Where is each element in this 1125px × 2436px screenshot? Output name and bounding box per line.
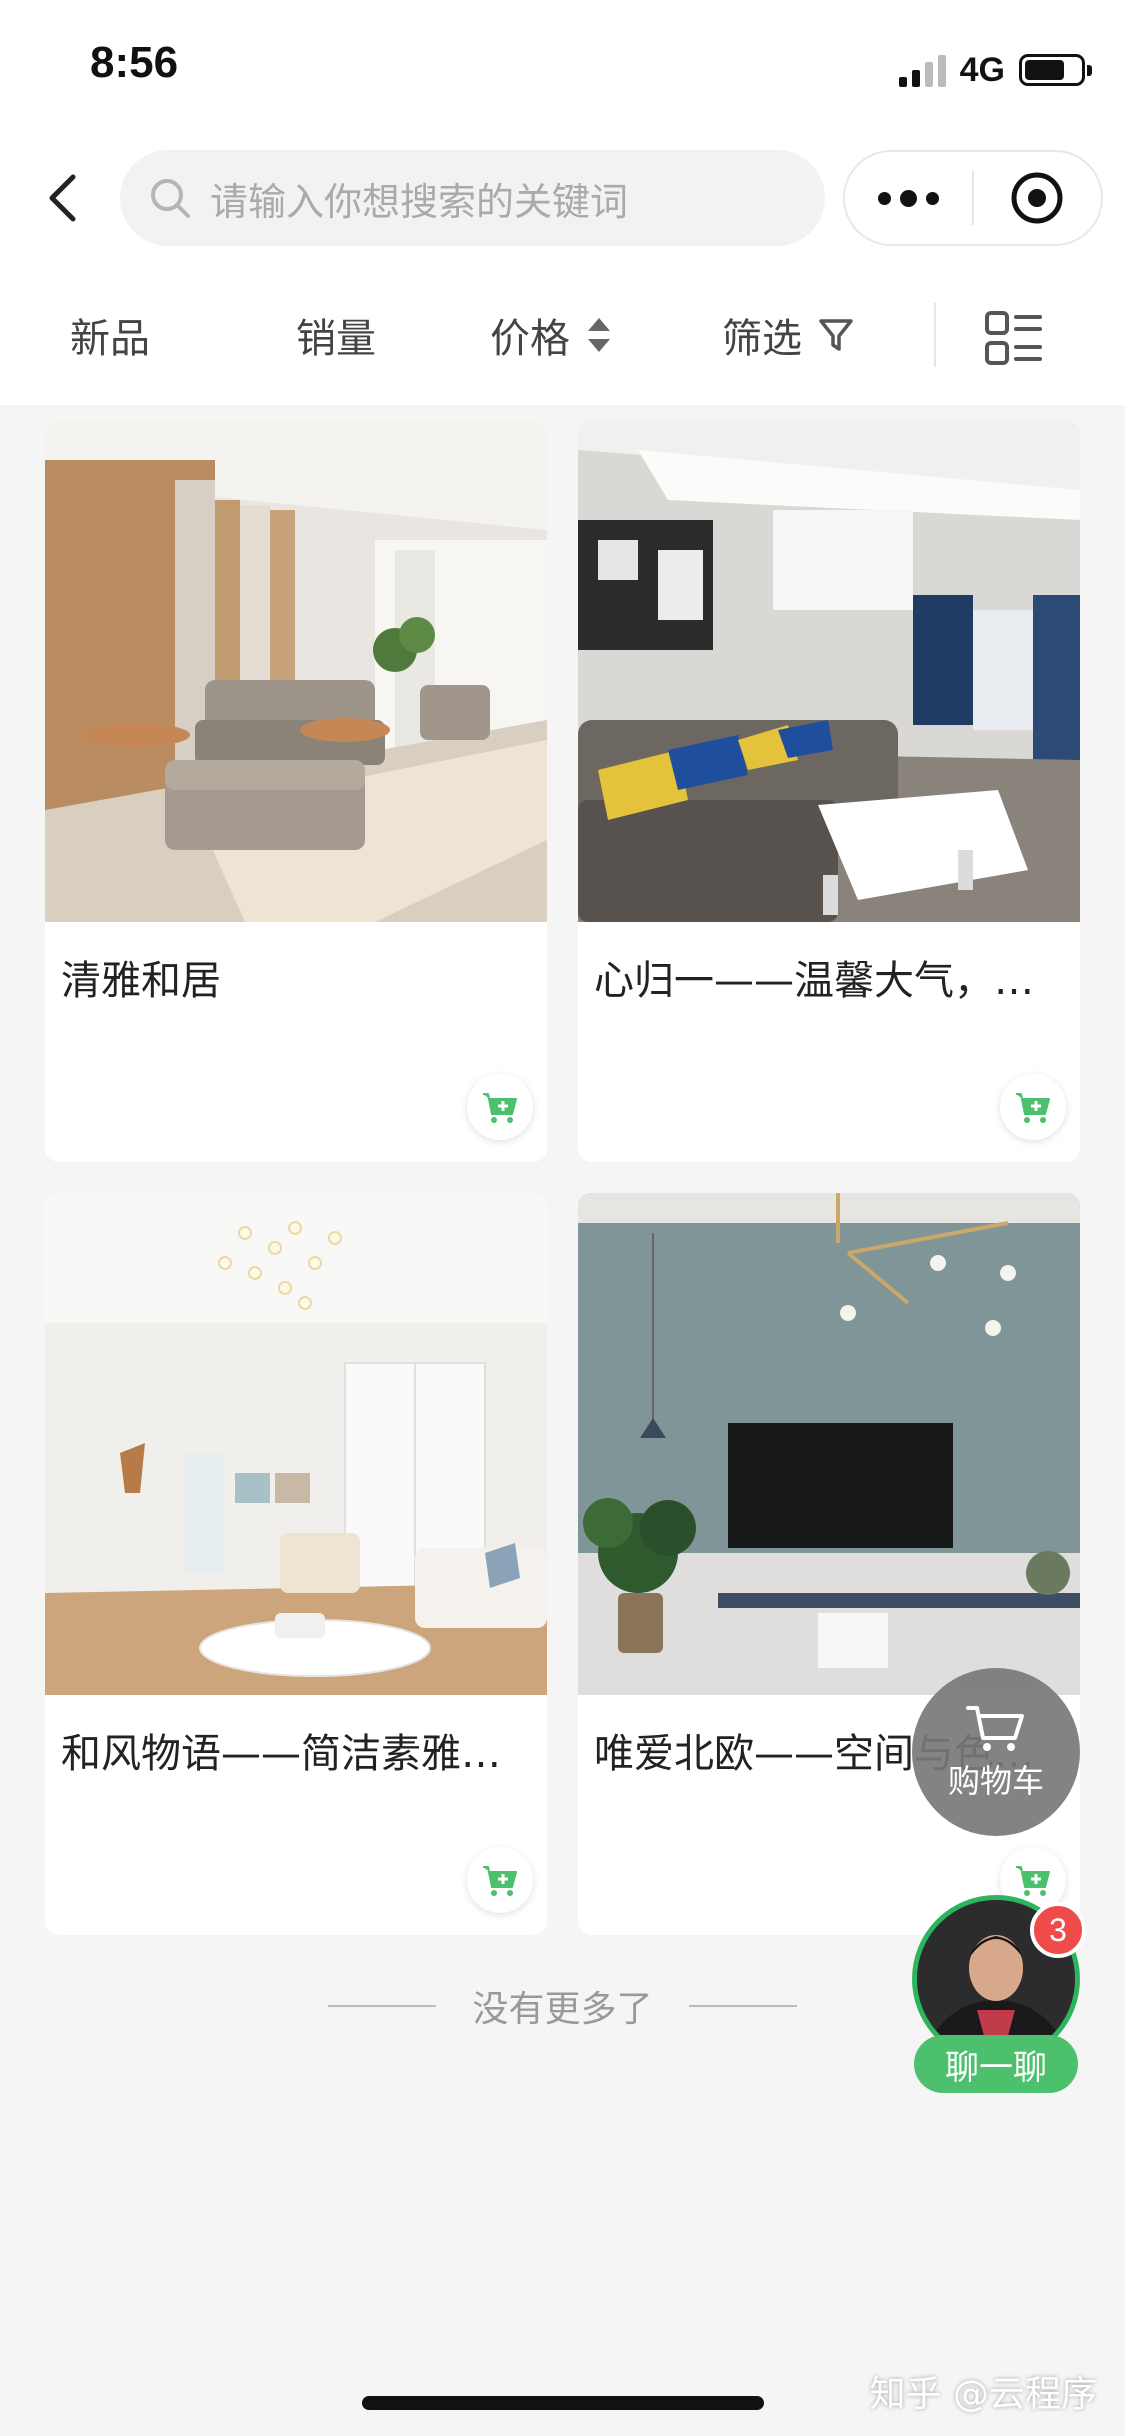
status-time: 8:56 [90, 38, 179, 87]
product-image-living-room [578, 1193, 1080, 1695]
filter-label: 筛选 [722, 316, 802, 362]
sort-new-label: 新品 [70, 316, 150, 362]
cart-plus-icon [1016, 1866, 1050, 1896]
more-button[interactable] [845, 189, 972, 207]
sort-sales-button[interactable]: 销量 [296, 285, 376, 385]
chat-label[interactable]: 聊一聊 [914, 2035, 1078, 2093]
sort-price-label: 价格 [490, 316, 570, 362]
watermark: 知乎 @云程序 [869, 2374, 1097, 2415]
shopping-cart-icon [966, 1706, 1024, 1751]
search-icon [151, 179, 190, 218]
product-image-living-room [45, 420, 547, 922]
filter-button[interactable]: 筛选 [722, 285, 854, 385]
add-to-cart-button[interactable] [467, 1074, 533, 1140]
product-card[interactable]: 心归一——温馨大气，尽… [578, 420, 1080, 1162]
product-image-living-room [45, 1193, 547, 1695]
product-card[interactable]: 和风物语——简洁素雅，… [45, 1193, 547, 1935]
sort-new-button[interactable]: 新品 [70, 285, 150, 385]
search-placeholder: 请输入你想搜索的关键词 [210, 179, 629, 224]
floating-cart-button[interactable]: 购物车 [912, 1668, 1080, 1836]
mini-program-capsule [843, 150, 1103, 246]
product-title: 清雅和居 [61, 958, 221, 1004]
search-input[interactable]: 请输入你想搜索的关键词 [120, 150, 825, 246]
signal-icon [898, 53, 946, 87]
list-layout-icon [985, 311, 1042, 365]
target-icon [1011, 172, 1063, 224]
status-indicators: 4G [898, 48, 1092, 92]
sort-divider [934, 303, 936, 367]
divider-line [688, 2005, 797, 2007]
chat-widget[interactable]: 3 聊一聊 [912, 1895, 1086, 2095]
close-mini-program-button[interactable] [974, 170, 1101, 226]
sort-sales-label: 销量 [296, 316, 376, 362]
cart-plus-icon [1016, 1093, 1050, 1123]
battery-icon [1019, 54, 1092, 86]
floating-cart-label: 购物车 [947, 1762, 1044, 1800]
product-title: 和风物语——简洁素雅，… [61, 1731, 531, 1777]
layout-toggle-button[interactable] [980, 305, 1046, 371]
home-indicator [362, 2396, 764, 2410]
product-title: 心归一——温馨大气，尽… [594, 958, 1064, 1004]
back-button[interactable] [38, 165, 86, 231]
cart-plus-icon [483, 1866, 517, 1896]
sort-arrows-icon [588, 318, 610, 352]
unread-badge: 3 [1030, 1902, 1086, 1958]
sort-bar: 新品 销量 价格 筛选 [0, 285, 1125, 385]
add-to-cart-button[interactable] [467, 1847, 533, 1913]
filter-funnel-icon [819, 319, 853, 351]
product-card[interactable]: 清雅和居 [45, 420, 547, 1162]
add-to-cart-button[interactable] [1000, 1074, 1066, 1140]
product-image-living-room [578, 420, 1080, 922]
divider-line [328, 2005, 437, 2007]
cart-plus-icon [483, 1093, 517, 1123]
network-type: 4G [959, 50, 1005, 89]
no-more-text: 没有更多了 [472, 1989, 653, 2030]
sort-price-button[interactable]: 价格 [490, 285, 612, 385]
chevron-left-icon [49, 174, 76, 222]
